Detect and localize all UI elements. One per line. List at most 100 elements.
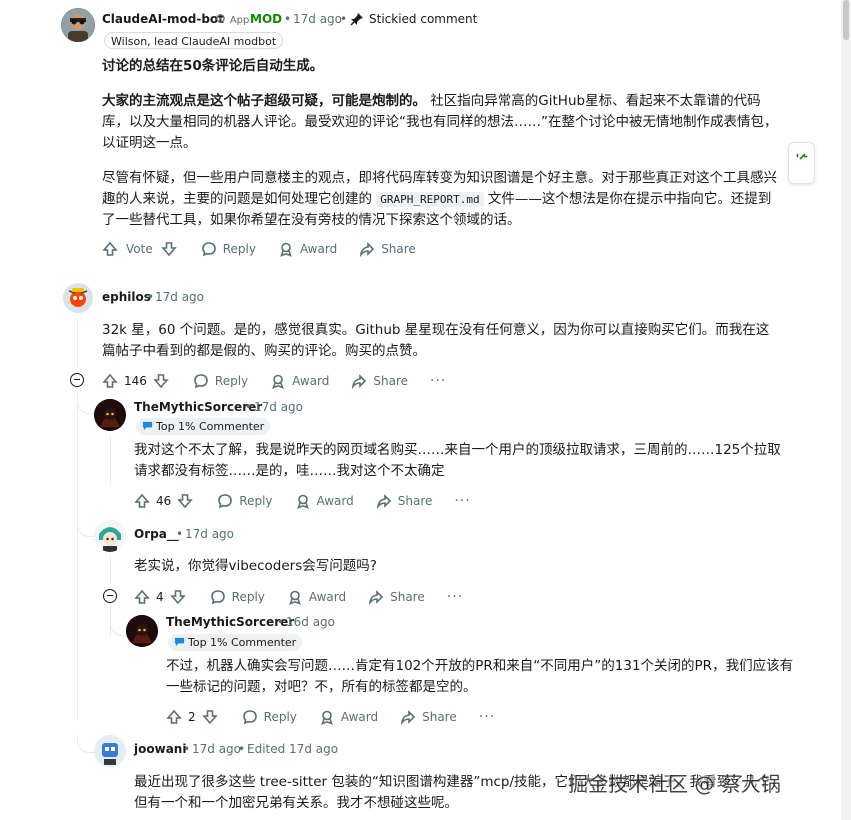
more-options-button[interactable]: ··· (454, 493, 470, 509)
downvote-icon[interactable] (169, 589, 186, 605)
share-button[interactable]: Share (351, 373, 408, 389)
vote-control: 146 (102, 373, 169, 389)
share-label: Share (373, 374, 409, 388)
reply-label: Reply (239, 494, 273, 508)
timestamp[interactable]: 17d ago (155, 290, 204, 304)
scrollbar-thumb[interactable] (843, 0, 849, 40)
award-icon (289, 590, 301, 605)
award-label: Award (299, 242, 338, 256)
mod-badge: MOD (250, 12, 283, 26)
share-button[interactable]: Share (359, 241, 416, 257)
award-label: Award (316, 494, 354, 508)
vote-control: 4 (134, 589, 186, 605)
share-label: Share (390, 590, 425, 604)
thread-line[interactable] (77, 390, 78, 720)
comment-bubble-icon (210, 590, 225, 605)
downvote-icon[interactable] (201, 709, 218, 725)
share-label: Share (381, 242, 416, 256)
timestamp[interactable]: 17d ago (185, 527, 234, 541)
comment-body: 讨论的总结在50条评论后自动生成。 大家的主流观点是这个帖子超级可疑，可能是炮制… (102, 56, 782, 231)
vote-control: Vote (102, 241, 177, 257)
username[interactable]: TheMythicSorcerer (166, 615, 294, 629)
thread-line[interactable] (110, 436, 111, 486)
award-icon (296, 494, 309, 509)
share-icon (400, 710, 416, 725)
collapse-thread-button[interactable] (103, 589, 117, 603)
upvote-icon[interactable] (134, 493, 150, 509)
reply-button[interactable]: Reply (210, 589, 265, 605)
award-button[interactable]: Award (319, 709, 378, 725)
share-button[interactable]: Share (376, 493, 433, 509)
user-flair: Wilson, lead ClaudeAI modbot (104, 32, 284, 49)
pin-icon (350, 11, 364, 30)
thread-line[interactable] (77, 318, 78, 368)
award-label: Award (292, 374, 330, 388)
comment-paragraph: 大家的主流观点是这个帖子超级可疑，可能是炮制的。 社区指向异常高的GitHub星… (102, 91, 782, 154)
separator-dot: • (277, 615, 285, 629)
upvote-icon[interactable] (102, 241, 118, 257)
vote-count: 4 (156, 590, 164, 604)
upvote-icon[interactable] (102, 373, 118, 389)
award-button[interactable]: Award (295, 493, 354, 509)
timestamp[interactable]: 17d ago (293, 12, 342, 26)
timestamp[interactable]: 17d ago (192, 742, 241, 756)
username[interactable]: TheMythicSorcerer (134, 400, 262, 414)
speech-bubble-icon (142, 421, 153, 431)
floating-link-button[interactable] (788, 142, 815, 184)
timestamp[interactable]: 17d ago (254, 400, 303, 414)
separator-dot: • (176, 527, 184, 541)
username[interactable]: ephilos (102, 290, 151, 304)
comment-actions: Vote Reply Award Share (102, 237, 438, 261)
reply-button[interactable]: Reply (242, 709, 297, 725)
award-button[interactable]: Award (270, 373, 329, 389)
downvote-icon[interactable] (160, 241, 177, 257)
scrollbar[interactable] (841, 0, 851, 820)
share-label: Share (397, 494, 433, 508)
share-button[interactable]: Share (400, 709, 457, 725)
comment-actions: 4 Reply Award Share ··· (134, 585, 463, 609)
downvote-icon[interactable] (177, 493, 194, 509)
separator-dot: • (284, 12, 292, 26)
avatar[interactable] (63, 283, 93, 313)
collapse-thread-button[interactable] (70, 373, 84, 387)
watermark: 掘金技术社区 @ 蔡大锅 (568, 772, 781, 796)
avatar[interactable] (94, 399, 126, 431)
comment-actions: 146 Reply Award Share ··· (102, 369, 446, 393)
speech-bubble-icon (174, 637, 185, 647)
reply-label: Reply (222, 242, 256, 256)
thread-line[interactable] (110, 555, 111, 583)
vote-label: Vote (126, 242, 153, 256)
username[interactable]: ClaudeAI-mod-bot (102, 12, 224, 26)
timestamp[interactable]: 16d ago (286, 615, 335, 629)
reply-button[interactable]: Reply (201, 241, 256, 257)
reply-button[interactable]: Reply (217, 493, 273, 509)
award-button[interactable]: Award (287, 589, 346, 605)
avatar[interactable] (94, 735, 126, 767)
thread-connector (77, 396, 95, 414)
upvote-icon[interactable] (134, 589, 150, 605)
comment-body: 32k 星，60 个问题。是的，感觉很真实。Github 星星现在没有任何意义，… (102, 322, 770, 359)
more-options-button[interactable]: ··· (479, 709, 495, 725)
reply-button[interactable]: Reply (193, 373, 248, 389)
comment-body: 我对这个不太了解，我是说昨天的网页域名购买……来自一个用户的顶级拉取请求，三周前… (134, 442, 781, 479)
username[interactable]: Orpa__ (134, 527, 179, 541)
thread-connector (77, 519, 95, 537)
avatar[interactable] (61, 8, 95, 42)
comment-bubble-icon (242, 710, 257, 725)
share-button[interactable]: Share (368, 589, 425, 605)
more-options-button[interactable]: ··· (430, 373, 446, 389)
share-icon (360, 242, 375, 257)
comment-bubble-icon (194, 374, 208, 389)
app-badge: App (215, 12, 249, 26)
more-options-button[interactable]: ··· (447, 589, 463, 605)
award-button[interactable]: Award (278, 241, 337, 257)
avatar[interactable] (126, 615, 158, 647)
vote-control: 2 (166, 709, 218, 725)
downvote-icon[interactable] (153, 373, 169, 389)
avatar[interactable] (94, 520, 126, 552)
upvote-icon[interactable] (166, 709, 182, 725)
user-flair: Top 1% Commenter (168, 634, 303, 651)
username[interactable]: joowani (134, 742, 186, 756)
vote-control: 46 (134, 493, 194, 509)
award-icon (321, 710, 333, 725)
